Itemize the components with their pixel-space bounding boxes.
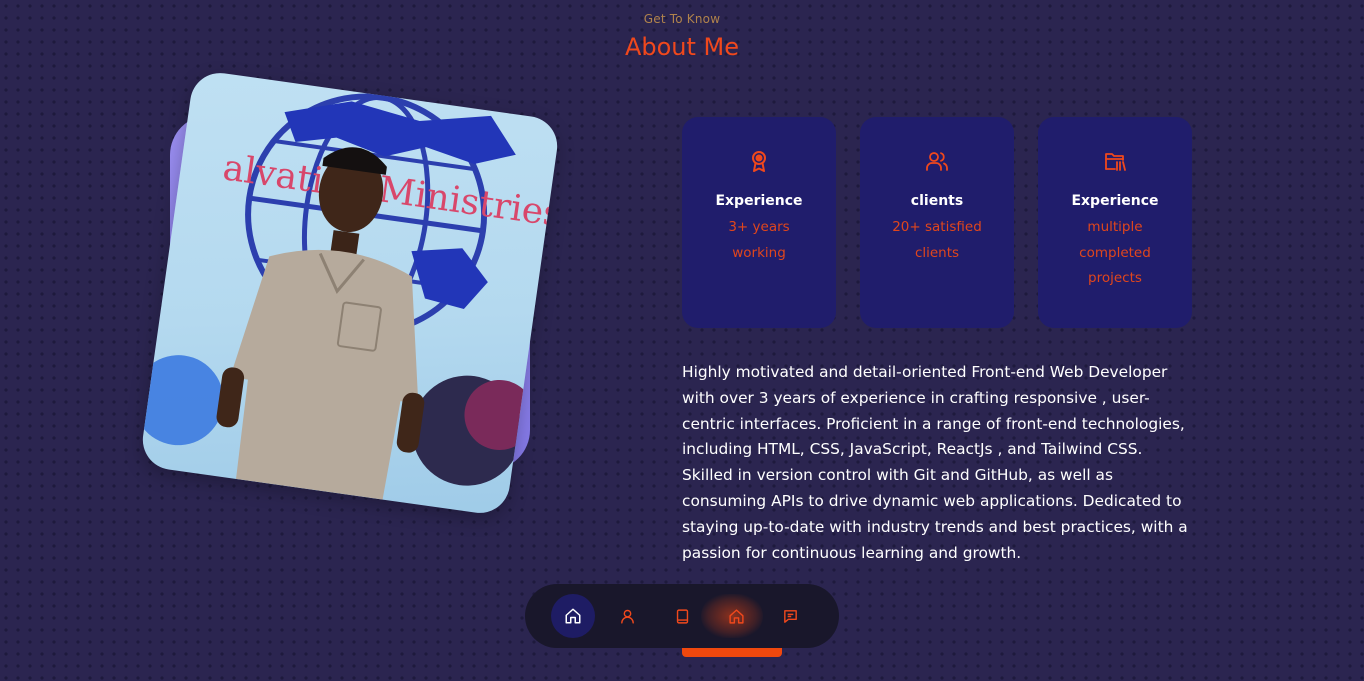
bio-paragraph: Highly motivated and detail-oriented Fro…	[682, 363, 1188, 562]
stat-card-projects: Experience multiple completed projects	[1038, 117, 1192, 328]
stat-desc: 3+ years working	[728, 219, 790, 261]
stat-desc: 20+ satisfied clients	[892, 219, 982, 261]
nav-item-experience[interactable]	[660, 594, 704, 638]
folder-icon	[1105, 153, 1126, 171]
award-icon	[752, 151, 766, 172]
stat-desc: multiple completed projects	[1079, 219, 1151, 286]
nav-active-indicator	[682, 648, 782, 657]
stats-row: Experience 3+ years working clients 20+ …	[682, 117, 1192, 328]
profile-photo: alvation Ministries	[138, 69, 562, 517]
stat-title: Experience	[1071, 193, 1159, 209]
home-icon	[565, 608, 581, 624]
bottom-nav	[525, 584, 839, 648]
stat-title: clients	[910, 193, 964, 209]
section-eyebrow: Get To Know	[643, 12, 721, 26]
user-icon	[620, 609, 634, 624]
users-icon	[926, 152, 948, 171]
home-icon	[728, 608, 744, 624]
nav-item-services[interactable]	[714, 594, 758, 638]
stat-card-clients: clients 20+ satisfied clients	[860, 117, 1014, 328]
nav-item-home[interactable]	[551, 594, 595, 638]
nav-item-contact[interactable]	[768, 594, 812, 638]
nav-item-about[interactable]	[605, 594, 649, 638]
stat-card-experience: Experience 3+ years working	[682, 117, 836, 328]
stat-title: Experience	[715, 193, 803, 209]
message-icon	[783, 609, 797, 623]
book-icon	[676, 608, 688, 624]
photo-sign-text: alvation Ministries	[220, 147, 561, 235]
section-title: About Me	[624, 33, 740, 61]
